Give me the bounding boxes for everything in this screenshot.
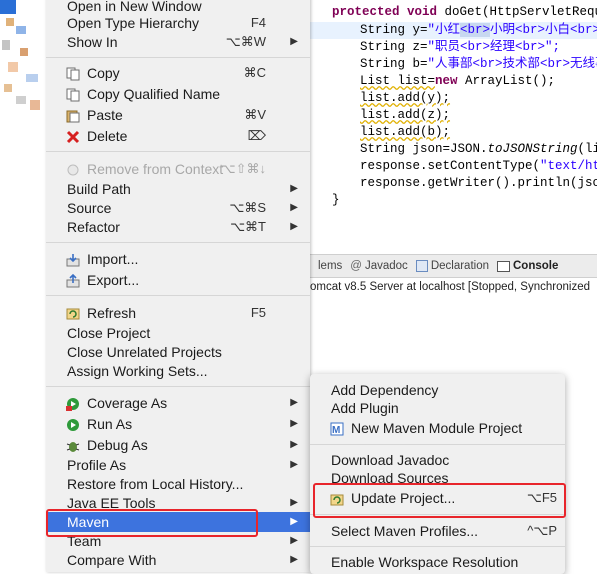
context-menu: Open in New Window Open Type Hierarchy F4… [46,0,310,572]
delete-icon [66,129,80,144]
menu-item-copy[interactable]: Copy ⌘C [46,63,310,83]
submenu-item-enable-workspace-resolution[interactable]: Enable Workspace Resolution [310,552,565,572]
submenu-item-add-dependency[interactable]: Add Dependency [310,380,565,400]
menu-item-refresh[interactable]: Refresh F5 [46,303,310,323]
export-icon [66,273,80,288]
svg-text:M: M [332,425,340,436]
code-line-b: String b="人事部<br>技术部<br>无线事 [360,57,597,71]
copy-icon [66,66,80,81]
submenu-arrow-icon: ▶ [290,397,298,408]
at-icon: @ [350,260,362,272]
submenu-arrow-icon: ▶ [290,221,298,232]
declaration-icon [415,260,428,272]
menu-item-coverage-as[interactable]: Coverage As ▶ [46,393,310,413]
submenu-arrow-icon: ▶ [290,418,298,429]
menu-separator [46,151,310,152]
menu-item-compare-with[interactable]: Compare With ▶ [46,550,310,570]
import-icon [66,252,80,267]
menu-separator [46,242,310,243]
menu-item-build-path[interactable]: Build Path ▶ [46,179,310,199]
submenu-item-new-maven-module[interactable]: M New Maven Module Project [310,418,565,438]
code-line-list: List list=new ArrayList(); [360,74,556,88]
coverage-icon [66,396,80,411]
menu-item-assign-working-sets[interactable]: Assign Working Sets... [46,361,310,381]
submenu-arrow-icon: ▶ [290,202,298,213]
blurred-item [20,48,28,56]
debug-icon [66,438,80,452]
run-icon [66,417,80,431]
menu-item-restore-local-history[interactable]: Restore from Local History... [46,474,310,494]
copy-icon [66,87,80,102]
code-line-add-y: list.add(y); [360,91,451,105]
menu-item-copy-qualified-name[interactable]: Copy Qualified Name [46,84,310,104]
maven-module-icon: M [330,421,344,436]
code-line-brace: } [332,193,340,207]
method-signature: protected void doGet(HttpServletReque [332,5,597,19]
submenu-item-add-plugin[interactable]: Add Plugin [310,398,565,418]
project-explorer-fragment [0,0,46,562]
code-line-add-z: list.add(z); [360,108,451,122]
console-icon [496,260,510,272]
menu-separator [46,295,310,296]
submenu-arrow-icon: ▶ [290,183,298,194]
blurred-item [2,40,10,50]
tab-console[interactable]: Console [496,260,558,272]
tab-declaration[interactable]: Declaration [415,260,489,272]
submenu-arrow-icon: ▶ [290,36,298,47]
menu-item-show-in[interactable]: Show In ⌥⌘W ▶ [46,32,310,52]
submenu-item-select-maven-profiles[interactable]: Select Maven Profiles... ^⌥P [310,521,565,541]
submenu-arrow-icon: ▶ [290,497,298,508]
code-line-content-type: response.setContentType("text/htm [360,159,597,173]
blurred-item [4,84,12,92]
menu-separator [310,444,565,445]
submenu-item-download-javadoc[interactable]: Download Javadoc [310,450,565,470]
blurred-item [16,96,26,104]
menu-item-run-as[interactable]: Run As ▶ [46,414,310,434]
menu-item-delete[interactable]: Delete ⌦ [46,126,310,146]
update-project-highlight-box [313,483,566,518]
blurred-item [8,62,18,72]
submenu-arrow-icon: ▶ [290,516,298,527]
menu-item-debug-as[interactable]: Debug As ▶ [46,435,310,455]
submenu-arrow-icon: ▶ [290,459,298,470]
menu-separator [310,546,565,547]
refresh-icon [66,306,80,320]
menu-item-close-unrelated-projects[interactable]: Close Unrelated Projects [46,342,310,362]
blurred-item [30,100,40,110]
code-line-add-b: list.add(b); [360,125,451,139]
code-line-writer: response.getWriter().println(json [360,176,597,190]
remove-context-icon [66,162,80,176]
views-tab-bar: lems @ Javadoc Declaration Console [310,254,597,278]
code-line-y: String y="小红<br>小明<br>小白<br>"; [310,22,597,39]
console-status: omcat v8.5 Server at localhost [Stopped,… [310,281,590,293]
paste-icon [66,108,80,123]
maven-highlight-box [46,509,258,537]
tab-problems[interactable]: lems [318,260,342,272]
submenu-arrow-icon: ▶ [290,554,298,565]
menu-item-remove-from-context[interactable]: Remove from Context ⌥⇧⌘↓ [46,159,310,179]
blurred-item [26,74,38,82]
menu-item-close-project[interactable]: Close Project [46,323,310,343]
maven-submenu: Add Dependency Add Plugin M New Maven Mo… [310,374,565,574]
code-editor[interactable]: protected void doGet(HttpServletReque St… [310,0,597,250]
project-icon [0,0,16,14]
menu-item-refactor[interactable]: Refactor ⌥⌘T ▶ [46,217,310,237]
menu-item-profile-as[interactable]: Profile As ▶ [46,455,310,475]
menu-item-paste[interactable]: Paste ⌘V [46,105,310,125]
code-line-json: String json=JSON.toJSONString(lis [360,142,597,156]
tab-javadoc[interactable]: @ Javadoc [350,260,408,272]
submenu-arrow-icon: ▶ [290,535,298,546]
code-line-z: String z="职员<br>经理<br>"; [360,40,561,54]
menu-item-open-type-hierarchy[interactable]: Open Type Hierarchy F4 [46,13,310,33]
menu-item-export[interactable]: Export... [46,270,310,290]
submenu-arrow-icon: ▶ [290,439,298,450]
menu-item-import[interactable]: Import... [46,249,310,269]
blurred-item [16,26,26,34]
menu-separator [46,57,310,58]
blurred-item [6,18,14,26]
menu-separator [46,386,310,387]
menu-item-source[interactable]: Source ⌥⌘S ▶ [46,198,310,218]
